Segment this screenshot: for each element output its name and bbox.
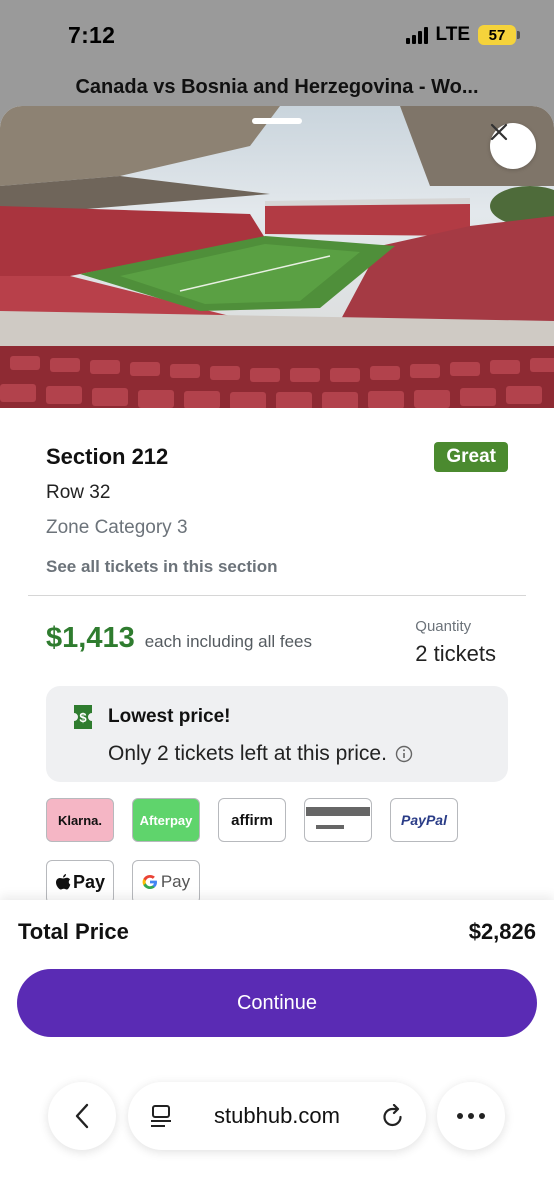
google-g-icon <box>142 875 157 889</box>
chevron-left-icon <box>75 1103 89 1129</box>
close-button[interactable] <box>490 123 536 169</box>
google-pay-label: Pay <box>160 872 191 891</box>
ticket-price: $1,413 <box>46 622 135 654</box>
apple-pay-logo: Pay <box>46 860 114 904</box>
battery-icon: 57 <box>478 25 520 45</box>
stadium-illustration <box>0 106 554 408</box>
svg-text:$: $ <box>79 710 87 725</box>
paypal-label: PayPal <box>401 812 447 828</box>
close-icon <box>490 123 508 141</box>
total-price-label: Total Price <box>18 919 129 944</box>
quantity-label: Quantity <box>415 618 472 635</box>
section-title: Section 212 <box>46 444 169 469</box>
status-indicators: LTE 57 <box>405 24 520 46</box>
signal-icon <box>405 26 428 44</box>
more-dots-icon <box>457 1113 485 1119</box>
status-time: 7:12 <box>68 21 116 48</box>
klarna-label: Klarna. <box>57 812 103 828</box>
price-note: each including all fees <box>144 632 312 651</box>
apple-pay-label: Pay <box>72 871 106 892</box>
lowest-price-notice: $ Lowest price! Only 2 tickets left at t… <box>46 686 508 782</box>
page-title: Canada vs Bosnia and Herzegovina - Wo... <box>75 76 479 98</box>
affirm-logo: affirm <box>218 798 286 842</box>
affirm-label: affirm <box>231 811 273 829</box>
credit-card-icon <box>304 798 372 842</box>
reload-icon[interactable] <box>382 1104 404 1128</box>
url-text: stubhub.com <box>214 1103 340 1128</box>
google-pay-logo: Pay <box>132 860 200 904</box>
see-all-tickets-link[interactable]: See all tickets in this section <box>46 557 277 577</box>
battery-level: 57 <box>488 26 506 44</box>
ticket-dollar-icon: $ <box>74 705 92 729</box>
row-label: Row 32 <box>46 482 111 503</box>
card-stripe-icon <box>306 807 370 829</box>
total-price-value: $2,826 <box>468 919 536 944</box>
continue-button[interactable]: Continue <box>17 969 537 1037</box>
checkout-bar: Total Price $2,826 Continue stubhub.com <box>0 900 554 1199</box>
price-row: $1,413 each including all fees Quantity … <box>0 596 554 667</box>
browser-toolbar: stubhub.com <box>0 1082 554 1152</box>
klarna-logo: Klarna. <box>46 798 114 842</box>
listing-details: Section 212 Great Row 32 Zone Category 3… <box>0 442 554 577</box>
more-options-button[interactable] <box>437 1082 505 1150</box>
back-button[interactable] <box>48 1082 116 1150</box>
drag-handle[interactable] <box>252 118 302 124</box>
address-bar[interactable]: stubhub.com <box>128 1082 426 1150</box>
seat-view-image <box>0 106 554 408</box>
reader-icon[interactable] <box>150 1104 172 1128</box>
deal-badge: Great <box>434 442 508 472</box>
paypal-logo: PayPal <box>390 798 458 842</box>
apple-icon <box>55 874 71 890</box>
quantity-selector[interactable]: Quantity 2 tickets <box>415 618 496 667</box>
payment-methods: Klarna. Afterpay affirm PayPal Pay Pay <box>0 782 554 904</box>
afterpay-label: Afterpay <box>139 812 193 828</box>
quantity-value: 2 tickets <box>415 641 496 666</box>
afterpay-logo: Afterpay <box>132 798 200 842</box>
network-type: LTE <box>435 24 470 45</box>
lowest-price-subtitle: Only 2 tickets left at this price. <box>108 742 387 765</box>
info-icon[interactable] <box>395 745 413 763</box>
zone-label: Zone Category 3 <box>46 517 188 538</box>
status-bar: 7:12 LTE 57 <box>0 0 554 70</box>
lowest-price-title: Lowest price! <box>108 706 231 727</box>
